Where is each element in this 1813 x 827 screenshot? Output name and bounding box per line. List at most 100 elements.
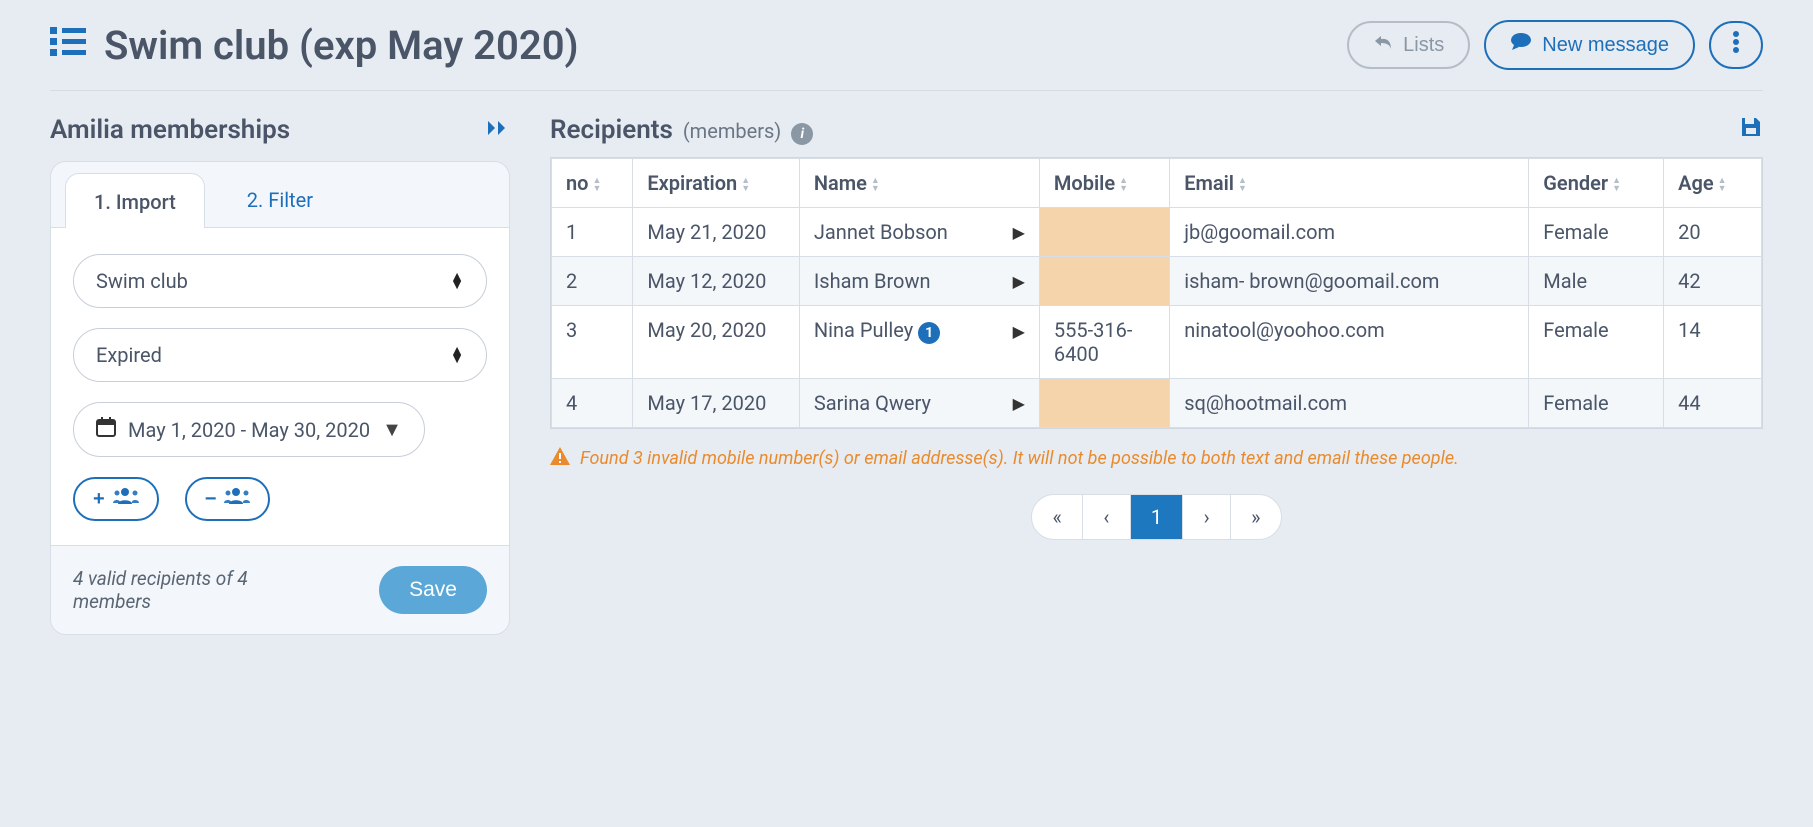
date-range-value: May 1, 2020 - May 30, 2020 <box>128 418 370 442</box>
membership-select-value: Swim club <box>96 269 188 293</box>
amilia-memberships-title: Amilia memberships <box>50 115 290 145</box>
cell-gender: Male <box>1529 257 1664 306</box>
table-row: 4May 17, 2020Sarina Qwery ▶sq@hootmail.c… <box>552 379 1762 428</box>
name-text: Isham Brown <box>814 269 931 293</box>
cell-age: 42 <box>1664 257 1762 306</box>
table-row: 3May 20, 2020Nina Pulley 1▶555-316-6400n… <box>552 306 1762 379</box>
cell-no: 3 <box>552 306 633 379</box>
info-icon[interactable]: i <box>791 123 813 145</box>
cell-email: jb@goomail.com <box>1170 208 1529 257</box>
column-header-gender[interactable]: Gender▲▼ <box>1529 159 1664 208</box>
cell-name[interactable]: Nina Pulley 1 ▶ <box>799 306 1039 379</box>
tab-filter[interactable]: 2. Filter <box>219 172 341 227</box>
membership-select[interactable]: Swim club ▲▼ <box>73 254 487 308</box>
cell-age: 44 <box>1664 379 1762 428</box>
sort-arrows-icon: ▲▼ <box>871 177 880 193</box>
new-message-label: New message <box>1542 34 1669 57</box>
more-actions-button[interactable] <box>1709 21 1763 69</box>
pagination-first[interactable]: « <box>1032 495 1082 539</box>
cell-gender: Female <box>1529 208 1664 257</box>
select-updown-icon: ▲▼ <box>450 273 464 289</box>
caret-right-icon: ▶ <box>1013 322 1025 341</box>
recipients-title: Recipients (members) i <box>550 115 813 145</box>
recipients-status: 4 valid recipients of 4 members <box>73 567 313 613</box>
name-text: Sarina Qwery <box>814 391 931 415</box>
cell-no: 4 <box>552 379 633 428</box>
status-select[interactable]: Expired ▲▼ <box>73 328 487 382</box>
plus-icon: + <box>93 488 105 511</box>
cell-email: sq@hootmail.com <box>1170 379 1529 428</box>
sort-arrows-icon: ▲▼ <box>1718 177 1727 193</box>
minus-icon: − <box>205 488 217 511</box>
cell-age: 14 <box>1664 306 1762 379</box>
column-header-label: Age <box>1678 171 1714 195</box>
sort-arrows-icon: ▲▼ <box>1238 177 1247 193</box>
cell-expiration: May 17, 2020 <box>633 379 799 428</box>
recipients-title-text: Recipients <box>550 115 673 145</box>
sort-arrows-icon: ▲▼ <box>1119 177 1128 193</box>
tab-import[interactable]: 1. Import <box>65 173 205 228</box>
warning-text: Found 3 invalid mobile number(s) or emai… <box>580 448 1459 469</box>
cell-name[interactable]: Isham Brown ▶ <box>799 257 1039 306</box>
column-header-name[interactable]: Name▲▼ <box>799 159 1039 208</box>
column-header-label: Email <box>1184 171 1234 195</box>
remove-members-button[interactable]: − <box>185 477 271 521</box>
column-header-label: Expiration <box>647 171 737 195</box>
save-button[interactable]: Save <box>379 566 487 614</box>
column-header-email[interactable]: Email▲▼ <box>1170 159 1529 208</box>
sort-arrows-icon: ▲▼ <box>593 177 602 193</box>
name-text: Nina Pulley 1 <box>814 318 940 344</box>
cell-mobile <box>1039 208 1169 257</box>
tab-import-label: 1. Import <box>94 190 176 214</box>
users-icon <box>224 487 250 511</box>
cell-expiration: May 21, 2020 <box>633 208 799 257</box>
table-row: 1May 21, 2020Jannet Bobson ▶ jb@goomail.c… <box>552 208 1762 257</box>
comment-icon <box>1510 32 1532 58</box>
recipients-table: no▲▼Expiration▲▼Name▲▼Mobile▲▼Email▲▼Gen… <box>551 158 1762 428</box>
column-header-age[interactable]: Age▲▼ <box>1664 159 1762 208</box>
ellipsis-vertical-icon <box>1732 30 1740 60</box>
cell-expiration: May 20, 2020 <box>633 306 799 379</box>
column-header-expiration[interactable]: Expiration▲▼ <box>633 159 799 208</box>
recipients-table-wrap[interactable]: no▲▼Expiration▲▼Name▲▼Mobile▲▼Email▲▼Gen… <box>550 157 1763 429</box>
lists-button[interactable]: Lists <box>1347 21 1470 69</box>
name-text: Jannet Bobson <box>814 220 948 244</box>
cell-no: 1 <box>552 208 633 257</box>
pagination-prev[interactable]: ‹ <box>1083 495 1131 539</box>
page-title: Swim club (exp May 2020) <box>50 22 579 69</box>
status-select-value: Expired <box>96 343 162 367</box>
save-disk-icon[interactable] <box>1739 115 1763 145</box>
cell-email: ninatool@yoohoo.com <box>1170 306 1529 379</box>
collapse-panel-icon[interactable] <box>486 118 510 143</box>
cell-expiration: May 12, 2020 <box>633 257 799 306</box>
caret-right-icon: ▶ <box>1013 272 1025 291</box>
pagination-last[interactable]: » <box>1231 495 1280 539</box>
pagination-current[interactable]: 1 <box>1131 495 1183 539</box>
new-message-button[interactable]: New message <box>1484 20 1695 70</box>
cell-gender: Female <box>1529 379 1664 428</box>
column-header-no[interactable]: no▲▼ <box>552 159 633 208</box>
calendar-icon <box>96 417 116 442</box>
lists-button-label: Lists <box>1403 34 1444 57</box>
column-header-label: no <box>566 171 589 195</box>
add-members-button[interactable]: + <box>73 477 159 521</box>
column-header-label: Gender <box>1543 171 1608 195</box>
cell-age: 20 <box>1664 208 1762 257</box>
cell-name[interactable]: Sarina Qwery ▶ <box>799 379 1039 428</box>
warning-icon <box>550 447 570 470</box>
table-row: 2May 12, 2020Isham Brown ▶isham- brown@g… <box>552 257 1762 306</box>
caret-right-icon: ▶ <box>1013 394 1025 413</box>
divider <box>50 90 1763 91</box>
select-updown-icon: ▲▼ <box>450 347 464 363</box>
pagination-next[interactable]: › <box>1183 495 1231 539</box>
users-icon <box>113 487 139 511</box>
list-icon <box>50 24 86 66</box>
column-header-mobile[interactable]: Mobile▲▼ <box>1039 159 1169 208</box>
caret-down-icon: ▼ <box>382 417 402 442</box>
cell-mobile <box>1039 379 1169 428</box>
date-range-picker[interactable]: May 1, 2020 - May 30, 2020 ▼ <box>73 402 425 457</box>
cell-name[interactable]: Jannet Bobson ▶ <box>799 208 1039 257</box>
pagination: « ‹ 1 › » <box>550 494 1763 540</box>
cell-email: isham- brown@goomail.com <box>1170 257 1529 306</box>
sort-arrows-icon: ▲▼ <box>1612 177 1621 193</box>
